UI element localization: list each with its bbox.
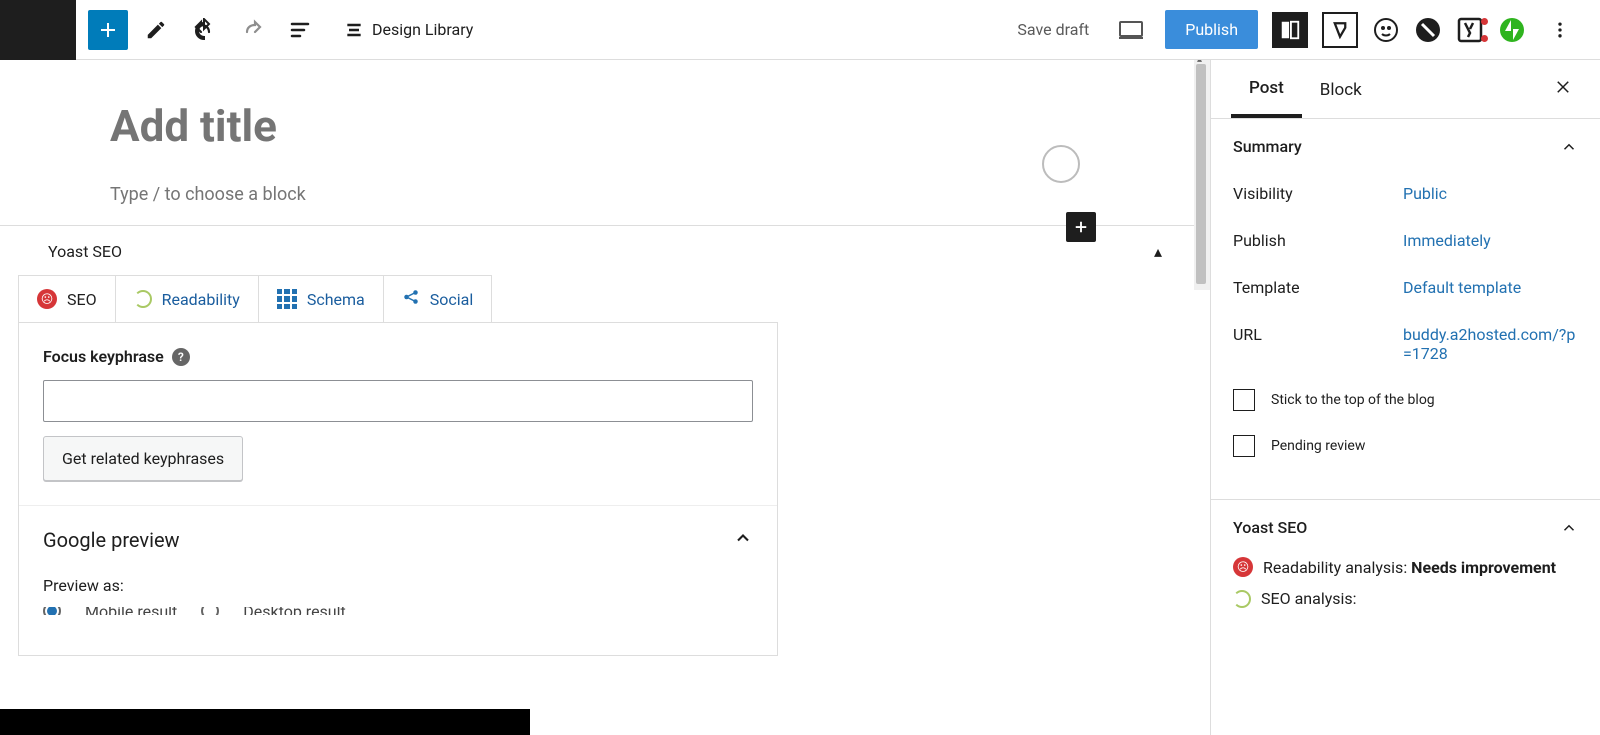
settings-panel-icon[interactable] — [1272, 12, 1308, 48]
inline-add-block-button[interactable] — [1066, 212, 1096, 242]
radio-desktop-label: Desktop result — [243, 607, 345, 615]
url-label: URL — [1233, 325, 1403, 363]
spinner-icon — [134, 290, 152, 308]
seo-analysis-label: SEO analysis: — [1261, 589, 1357, 608]
close-sidebar-button[interactable] — [1546, 70, 1580, 109]
grid-icon — [277, 289, 297, 309]
wp-logo-area[interactable] — [0, 0, 76, 60]
yoast-icon[interactable] — [1456, 16, 1484, 44]
publish-button[interactable]: Publish — [1165, 10, 1258, 49]
pending-label: Pending review — [1271, 438, 1365, 454]
chevron-up-icon — [1560, 519, 1578, 537]
publish-value[interactable]: Immediately — [1403, 231, 1578, 250]
tab-block[interactable]: Block — [1302, 62, 1380, 116]
focus-keyphrase-label: Focus keyphrase — [43, 347, 164, 366]
tab-social[interactable]: Social — [384, 276, 491, 322]
tab-seo[interactable]: ☹ SEO — [19, 276, 116, 322]
share-icon — [402, 288, 420, 310]
template-value[interactable]: Default template — [1403, 278, 1578, 297]
google-preview-label: Google preview — [43, 528, 180, 552]
stick-checkbox[interactable] — [1233, 389, 1255, 411]
settings-sidebar: Post Block Summary Visibility Public Pub… — [1210, 60, 1600, 735]
summary-toggle[interactable]: Summary — [1233, 137, 1578, 156]
design-library-button[interactable]: Design Library — [332, 20, 485, 40]
pending-checkbox[interactable] — [1233, 435, 1255, 457]
related-keyphrases-button[interactable]: Get related keyphrases — [43, 436, 243, 481]
summary-label: Summary — [1233, 137, 1302, 156]
sad-face-icon: ☹ — [1233, 557, 1253, 577]
jetpack-icon[interactable] — [1498, 16, 1526, 44]
tab-schema-label: Schema — [307, 290, 365, 309]
outline-icon[interactable] — [280, 10, 320, 50]
bottom-bar — [0, 709, 530, 735]
readability-analysis-row[interactable]: ☹ Readability analysis: Needs improvemen… — [1233, 551, 1578, 583]
preview-icon[interactable] — [1111, 10, 1151, 50]
seo-analysis-row[interactable]: SEO analysis: — [1233, 583, 1578, 614]
yoast-content: Focus keyphrase ? Get related keyphrases… — [18, 322, 778, 656]
radio-mobile[interactable] — [43, 607, 61, 615]
stick-label: Stick to the top of the blog — [1271, 392, 1435, 408]
url-value[interactable]: buddy.a2hosted.com/?p=1728 — [1403, 325, 1578, 363]
featured-circle[interactable] — [1042, 145, 1080, 183]
visibility-value[interactable]: Public — [1403, 184, 1578, 203]
google-preview-toggle[interactable]: Google preview — [43, 528, 753, 552]
publish-label: Publish — [1233, 231, 1403, 250]
help-icon[interactable]: ? — [172, 348, 190, 366]
radio-desktop[interactable] — [201, 607, 219, 615]
save-draft-button[interactable]: Save draft — [1009, 20, 1097, 39]
undo-icon[interactable] — [184, 10, 224, 50]
block-placeholder[interactable]: Type / to choose a block — [110, 184, 1100, 205]
plugin-icon-2[interactable] — [1372, 16, 1400, 44]
tab-readability[interactable]: Readability — [116, 276, 259, 322]
edit-icon[interactable] — [136, 10, 176, 50]
spinner-icon — [1233, 590, 1251, 608]
post-title-input[interactable]: Add title — [110, 100, 1100, 152]
tab-schema[interactable]: Schema — [259, 276, 384, 322]
chevron-up-icon — [1560, 138, 1578, 156]
more-options-icon[interactable] — [1540, 10, 1580, 50]
tab-readability-label: Readability — [162, 290, 240, 309]
redo-icon[interactable] — [232, 10, 272, 50]
chevron-up-icon — [733, 528, 753, 552]
design-library-icon — [344, 20, 364, 40]
yoast-panel-title: Yoast SEO — [48, 242, 122, 261]
visibility-label: Visibility — [1233, 184, 1403, 203]
add-block-button[interactable] — [88, 10, 128, 50]
focus-keyphrase-input[interactable] — [43, 380, 753, 422]
yoast-sidebar-toggle[interactable]: Yoast SEO — [1233, 518, 1578, 537]
sad-face-icon: ☹ — [37, 289, 57, 309]
yoast-tabs: ☹ SEO Readability Schema Social — [18, 275, 492, 322]
editor-column: Add title Type / to choose a block Yoast… — [0, 60, 1210, 735]
tab-social-label: Social — [430, 290, 473, 309]
template-label: Template — [1233, 278, 1403, 297]
plugin-icon-1[interactable] — [1322, 12, 1358, 48]
yoast-panel-header[interactable]: Yoast SEO ▴ — [0, 225, 1210, 275]
preview-as-label: Preview as: — [43, 576, 753, 595]
radio-mobile-label: Mobile result — [85, 607, 177, 615]
plugin-icon-3[interactable] — [1414, 16, 1442, 44]
design-library-label: Design Library — [372, 20, 473, 39]
tab-post[interactable]: Post — [1231, 60, 1302, 118]
yoast-sidebar-label: Yoast SEO — [1233, 518, 1307, 537]
collapse-icon: ▴ — [1154, 242, 1162, 261]
top-toolbar: Design Library Save draft Publish — [0, 0, 1600, 60]
readability-analysis-label: Readability analysis: Needs improvement — [1263, 558, 1556, 577]
tab-seo-label: SEO — [67, 290, 97, 309]
